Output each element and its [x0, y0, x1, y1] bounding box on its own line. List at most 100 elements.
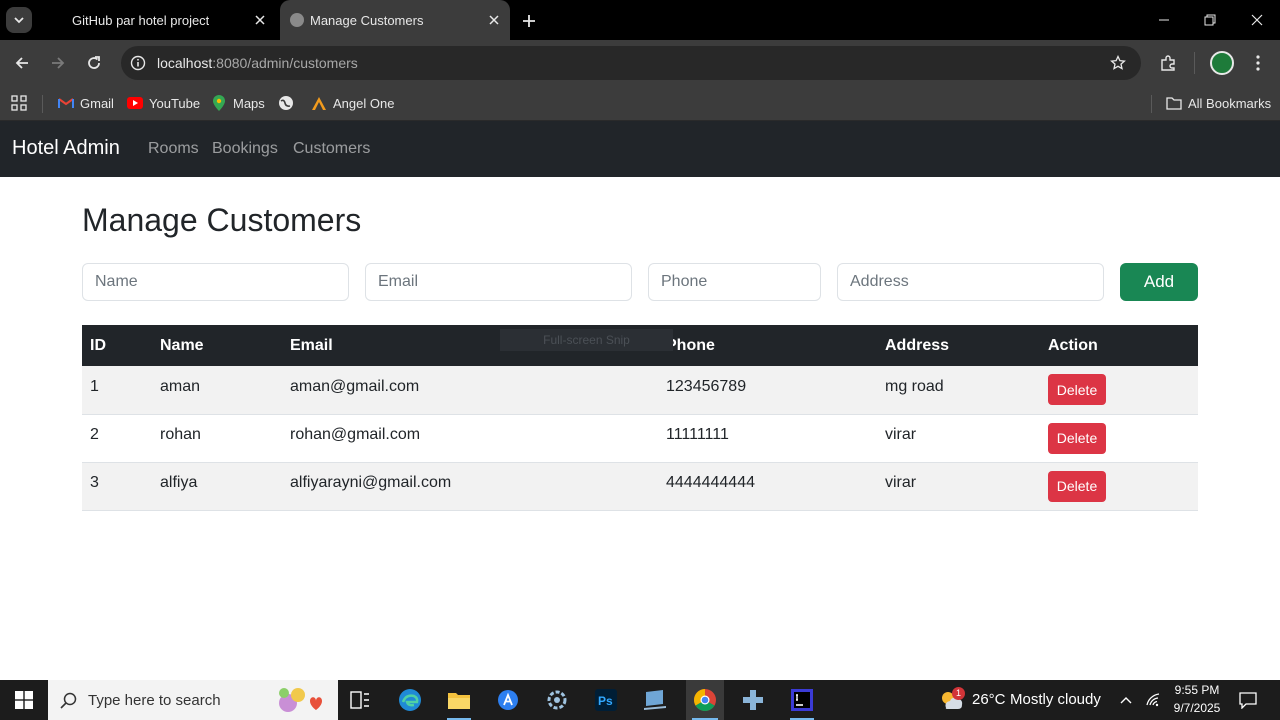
task-view-icon: [350, 691, 369, 709]
phone-input[interactable]: [648, 263, 821, 301]
column-header-id: ID: [90, 336, 106, 354]
browser-menu-button[interactable]: [1247, 52, 1269, 74]
tab-github[interactable]: GitHub par hotel project: [56, 0, 276, 40]
taskbar-photoshop[interactable]: Ps: [588, 680, 624, 720]
taskbar-chrome[interactable]: [686, 680, 724, 720]
brand-link[interactable]: Hotel Admin: [12, 137, 120, 160]
reload-button[interactable]: [82, 51, 106, 75]
restore-button[interactable]: [1200, 10, 1220, 30]
all-bookmarks-button[interactable]: All Bookmarks: [1166, 93, 1271, 113]
back-button[interactable]: [10, 51, 34, 75]
restore-icon: [1204, 14, 1216, 26]
extensions-button[interactable]: [1157, 52, 1179, 74]
name-input[interactable]: [82, 263, 349, 301]
delete-button[interactable]: Delete: [1048, 374, 1106, 406]
youtube-icon: [127, 95, 143, 111]
bookmark-globe[interactable]: [278, 93, 300, 113]
tab-search-button[interactable]: [6, 7, 32, 33]
weather-badge: 1: [952, 687, 965, 700]
delete-button[interactable]: Delete: [1048, 422, 1106, 454]
maps-icon: [211, 95, 227, 111]
cell-phone: 4444444444: [666, 474, 755, 491]
minimize-icon: [1159, 19, 1169, 21]
task-view-button[interactable]: [342, 680, 378, 720]
snip-tooltip: Full-screen Snip: [500, 329, 673, 351]
nav-link-customers[interactable]: Customers: [293, 140, 370, 158]
bookmark-gmail[interactable]: Gmail: [58, 93, 114, 113]
weather-temperature[interactable]: 26°C: [972, 691, 1006, 708]
taskbar-search-box[interactable]: Type here to search: [48, 680, 338, 720]
close-icon[interactable]: [486, 12, 502, 28]
taskbar-file-explorer[interactable]: [441, 680, 477, 720]
delete-button[interactable]: Delete: [1048, 470, 1106, 502]
cell-action: Delete: [1040, 414, 1198, 462]
show-hidden-icons-button[interactable]: [1116, 680, 1136, 720]
cell-action: Delete: [1040, 366, 1198, 414]
taskbar-laptop-app[interactable]: [637, 680, 673, 720]
tab-manage-customers[interactable]: Manage Customers: [280, 0, 510, 40]
add-button[interactable]: Add: [1120, 263, 1198, 301]
cell-address: mg road: [885, 377, 944, 395]
photoshop-icon: Ps: [595, 689, 617, 711]
bookmark-star-icon[interactable]: [1109, 54, 1127, 72]
app-store-icon: [498, 690, 518, 710]
cell-email: rohan@gmail.com: [290, 426, 421, 443]
taskbar-settings-app[interactable]: [539, 680, 575, 720]
browser-toolbar: localhost:8080/admin/customers: [0, 40, 1280, 86]
close-icon: [1251, 14, 1263, 26]
column-header-action: Action: [1048, 336, 1098, 354]
game-controller-icon: [743, 690, 763, 710]
search-icon: [60, 692, 77, 709]
search-placeholder: Type here to search: [88, 691, 221, 709]
taskbar-app-store[interactable]: [490, 680, 526, 720]
chevron-up-icon: [1120, 697, 1132, 704]
address-bar[interactable]: localhost:8080/admin/customers: [121, 46, 1141, 80]
cell-name: rohan: [160, 426, 201, 443]
network-button[interactable]: [1142, 680, 1164, 720]
url-host: localhost: [157, 55, 213, 71]
cell-email: aman@gmail.com: [290, 377, 420, 395]
close-window-button[interactable]: [1247, 10, 1267, 30]
nav-link-bookings[interactable]: Bookings: [212, 140, 278, 158]
weather-condition[interactable]: Mostly cloudy: [1010, 691, 1101, 708]
taskbar-intellij[interactable]: [784, 680, 820, 720]
apps-button[interactable]: [11, 93, 27, 113]
all-bookmarks-label: All Bookmarks: [1188, 95, 1272, 111]
bookmark-youtube[interactable]: YouTube: [127, 93, 200, 113]
cell-id: 3: [90, 474, 99, 491]
site-info-icon[interactable]: [129, 54, 147, 72]
arrow-left-icon: [15, 57, 28, 69]
cell-id: 2: [90, 426, 99, 443]
folder-icon: [1166, 95, 1182, 111]
taskbar-edge[interactable]: [392, 680, 428, 720]
minimize-button[interactable]: [1154, 10, 1174, 30]
close-icon[interactable]: [252, 12, 268, 28]
clock-time[interactable]: 9:55 PM: [1174, 683, 1220, 697]
windows-taskbar: Type here to search Ps 1 26°C Mostly clo…: [0, 680, 1280, 720]
bookmarks-divider: [42, 95, 43, 113]
browser-tab-strip: GitHub par hotel project Manage Customer…: [0, 0, 1280, 40]
nav-link-rooms[interactable]: Rooms: [148, 140, 199, 158]
email-input[interactable]: [365, 263, 632, 301]
page-title: Manage Customers: [82, 202, 362, 238]
laptop-icon: [644, 690, 666, 710]
notifications-button[interactable]: [1232, 680, 1264, 720]
url-text[interactable]: localhost:8080/admin/customers: [157, 55, 358, 71]
bookmark-maps[interactable]: Maps: [211, 93, 265, 113]
new-tab-button[interactable]: [518, 10, 540, 32]
forward-button[interactable]: [46, 51, 70, 75]
profile-avatar[interactable]: [1210, 51, 1234, 75]
weather-widget-icon[interactable]: [936, 680, 968, 720]
clock-date[interactable]: 9/7/2025: [1170, 701, 1224, 715]
table-row: 2 rohan rohan@gmail.com 11111111 virar D…: [82, 414, 1198, 462]
cell-address: virar: [885, 474, 917, 491]
taskbar-game-controller[interactable]: [735, 680, 771, 720]
bookmarks-bar: Gmail YouTube Maps Angel One All Bookmar…: [0, 86, 1280, 121]
customers-table: ID Name Email Phone Address Action 1 ama…: [82, 325, 1198, 511]
table-row: 1 aman aman@gmail.com 123456789 mg road …: [82, 366, 1198, 414]
column-header-address: Address: [885, 336, 950, 354]
start-button[interactable]: [0, 680, 48, 720]
bookmark-angel-one[interactable]: Angel One: [311, 93, 394, 113]
cell-address: virar: [885, 426, 917, 443]
address-input[interactable]: [837, 263, 1104, 301]
